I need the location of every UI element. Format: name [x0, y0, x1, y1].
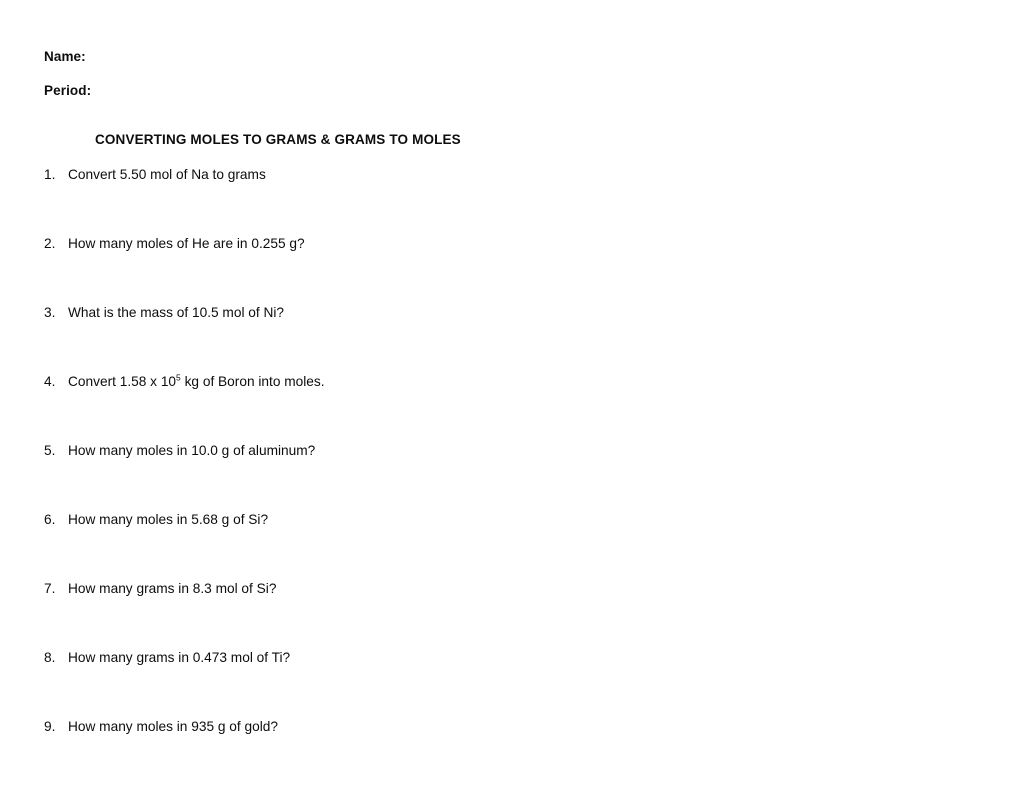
question-number: 3. [44, 305, 56, 320]
question-number: 2. [44, 236, 56, 251]
question-text: How many moles in 5.68 g of Si? [68, 512, 269, 527]
question-item: 9. How many moles in 935 g of gold? [44, 720, 278, 734]
question-item: 7. How many grams in 8.3 mol of Si? [44, 582, 276, 596]
question-number: 8. [44, 650, 56, 665]
question-item: 8. How many grams in 0.473 mol of Ti? [44, 651, 290, 665]
left-worksheet-title: CONVERTING MOLES TO GRAMS & GRAMS TO MOL… [95, 132, 461, 147]
worksheet-page: Name: Period: CONVERTING MOLES TO GRAMS … [0, 0, 1020, 788]
question-item: 5. How many moles in 10.0 g of aluminum? [44, 444, 315, 458]
question-number: 5. [44, 443, 56, 458]
question-number: 1. [44, 167, 56, 182]
question-text-pre: Convert 1.58 x 10 [68, 374, 177, 389]
question-item: 2. How many moles of He are in 0.255 g? [44, 237, 305, 251]
question-item: 6. How many moles in 5.68 g of Si? [44, 513, 268, 527]
question-number: 4. [44, 374, 56, 389]
question-text: What is the mass of 10.5 mol of Ni? [68, 305, 285, 320]
question-text: Convert 1.58 x 105 kg of Boron into mole… [68, 373, 325, 389]
question-item: 1. Convert 5.50 mol of Na to grams [44, 168, 266, 182]
question-text: How many moles in 935 g of gold? [68, 719, 278, 734]
question-item: 3. What is the mass of 10.5 mol of Ni? [44, 306, 284, 320]
left-name-label: Name: [44, 49, 86, 64]
question-item: 4. Convert 1.58 x 105 kg of Boron into mo… [44, 373, 325, 389]
question-text: How many moles in 10.0 g of aluminum? [68, 443, 316, 458]
question-text: Convert 5.50 mol of Na to grams [68, 167, 266, 182]
question-number: 7. [44, 581, 56, 596]
question-text: How many moles of He are in 0.255 g? [68, 236, 305, 251]
question-text: How many grams in 8.3 mol of Si? [68, 581, 277, 596]
question-text-post: kg of Boron into moles. [180, 374, 325, 389]
question-text: How many grams in 0.473 mol of Ti? [68, 650, 291, 665]
question-number: 9. [44, 719, 56, 734]
question-number: 6. [44, 512, 56, 527]
left-period-label: Period: [44, 83, 92, 98]
